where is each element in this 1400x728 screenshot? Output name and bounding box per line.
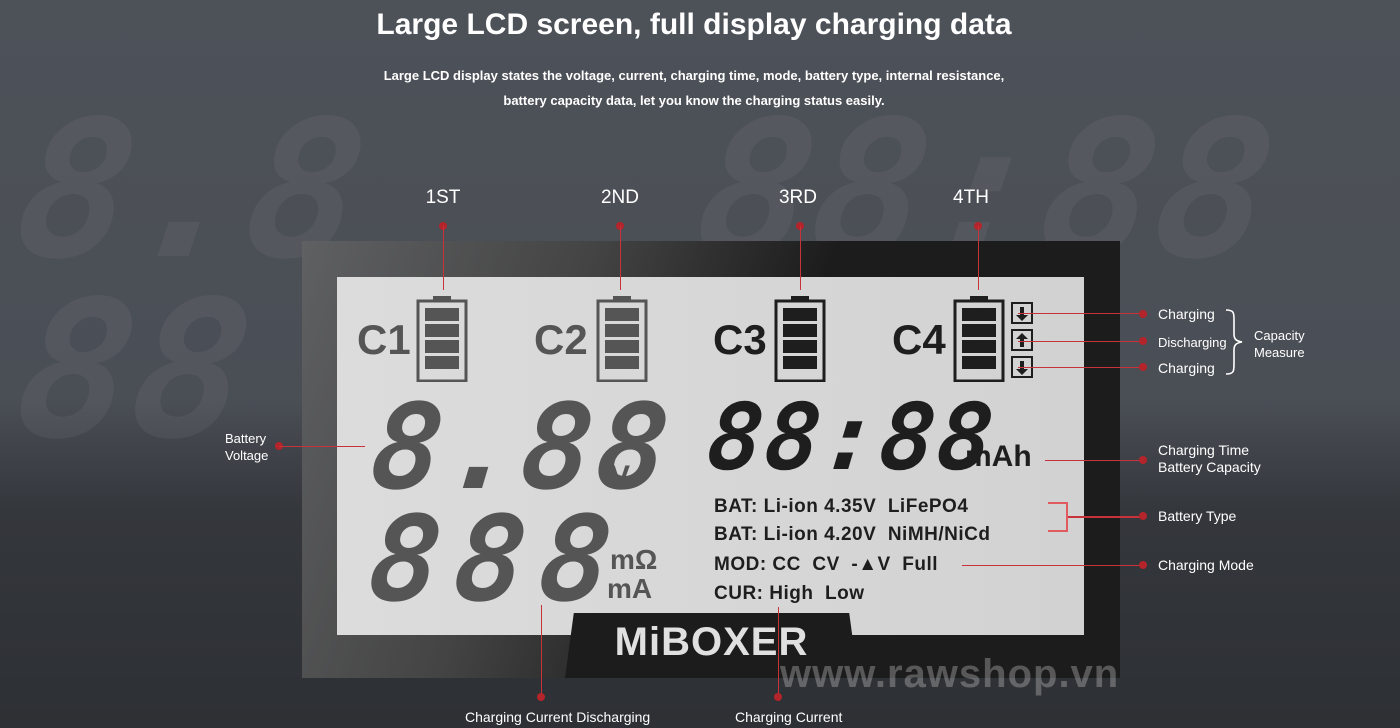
arrow-down-icon: [1016, 307, 1028, 321]
pointer-line: [620, 226, 621, 290]
pointer-line: [1018, 341, 1143, 342]
callout-current-discharging: Charging Current Discharging: [465, 709, 651, 725]
callout-charging-current: Charging Current: [735, 709, 843, 725]
pointer-dot: [537, 693, 545, 701]
pointer-dot: [1139, 337, 1147, 345]
battery-type-bracket: [1048, 502, 1068, 532]
pointer-line: [1018, 367, 1143, 368]
current-level-line: CUR: High Low: [714, 583, 865, 604]
arrow-up-icon: [1016, 333, 1028, 347]
callout-battery-type: Battery Type: [1158, 508, 1237, 524]
ordinal-label-2: 2ND: [600, 187, 640, 208]
arrow-down-icon: [1016, 361, 1028, 375]
callout-discharging: Discharging: [1158, 335, 1227, 350]
subtitle-line: battery capacity data, let you know the …: [503, 93, 885, 108]
battery-icon-c3: [774, 296, 826, 382]
charging-mode-line: MOD: CC CV -▲V Full: [714, 554, 939, 575]
battery-type-line-2: BAT: Li-ion 4.20V NiMH/NiCd: [714, 524, 991, 545]
battery-icon-c4: [953, 296, 1005, 382]
ordinal-label-1: 1ST: [425, 187, 461, 208]
ordinal-label-4: 4TH: [953, 187, 989, 208]
pointer-line: [978, 226, 979, 290]
callout-charging-mode: Charging Mode: [1158, 557, 1254, 573]
time-capacity-display: 88:88: [702, 384, 1001, 491]
subtitle-line: Large LCD display states the voltage, cu…: [383, 68, 1005, 83]
slot-label-c2: C2: [534, 316, 588, 363]
pointer-line: [443, 226, 444, 290]
slot-label-c4: C4: [892, 316, 946, 363]
ordinal-label-3: 3RD: [778, 187, 818, 208]
watermark: www.rawshop.vn: [780, 652, 1120, 696]
callout-battery-voltage: Battery: [225, 431, 267, 446]
slot-label-c1: C1: [357, 316, 411, 363]
pointer-line: [1018, 313, 1143, 314]
callout-battery-voltage: Voltage: [225, 448, 269, 463]
pointer-line: [962, 565, 1143, 566]
pointer-dot: [1139, 512, 1147, 520]
pointer-line: [541, 605, 542, 697]
capacity-unit: mAh: [965, 440, 1032, 473]
pointer-line: [800, 226, 801, 290]
pointer-line: [279, 446, 365, 447]
voltage-unit: V: [610, 460, 631, 493]
callout-capacity-measure: Measure: [1254, 345, 1305, 360]
pointer-dot: [1139, 456, 1147, 464]
callout-charging-time: Charging Time: [1158, 442, 1250, 458]
callout-capacity-measure: Capacity: [1254, 328, 1305, 343]
pointer-dot: [1139, 363, 1147, 371]
callout-battery-capacity: Battery Capacity: [1158, 459, 1261, 475]
current-unit: mA: [607, 573, 653, 604]
pointer-dot: [1139, 310, 1147, 318]
current-display: 888: [362, 490, 633, 628]
callout-charging: Charging: [1158, 360, 1215, 376]
callout-charging: Charging: [1158, 306, 1215, 322]
pointer-line: [778, 607, 779, 697]
battery-type-line-1: BAT: Li-ion 4.35V LiFePO4: [714, 496, 969, 517]
slot-label-c3: C3: [713, 316, 767, 363]
resistance-unit: mΩ: [610, 544, 658, 575]
battery-icon-c1: [416, 296, 468, 382]
battery-icon-c2: [596, 296, 648, 382]
pointer-line: [1067, 516, 1143, 518]
pointer-dot: [774, 693, 782, 701]
capacity-brace: [1225, 309, 1243, 375]
pointer-line: [1045, 460, 1143, 461]
pointer-dot: [1139, 561, 1147, 569]
page-title: Large LCD screen, full display charging …: [376, 8, 1012, 41]
